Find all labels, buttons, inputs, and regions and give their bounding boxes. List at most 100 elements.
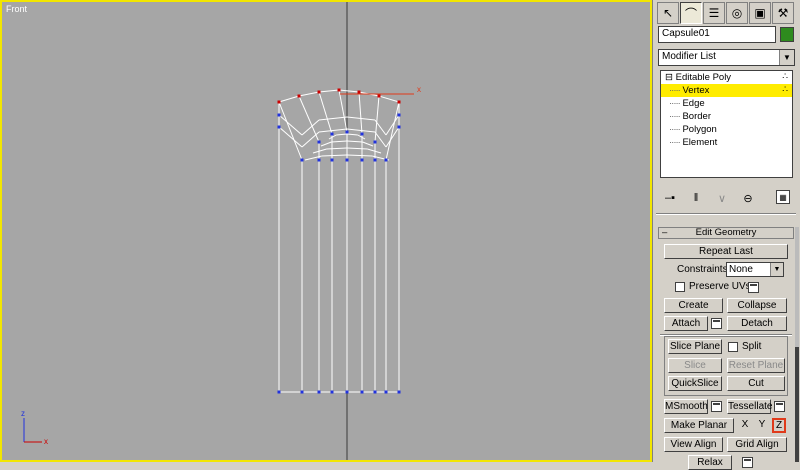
stack-item-border[interactable]: ····· Border: [661, 110, 792, 123]
vertex-marker: [330, 132, 334, 136]
modifier-list-label: Modifier List: [662, 51, 716, 62]
axis-z-button[interactable]: Z: [772, 418, 786, 433]
preserve-uvs-checkbox[interactable]: [675, 282, 685, 292]
scrollbar-thumb[interactable]: [795, 347, 799, 462]
hierarchy-tab-icon[interactable]: ☰: [703, 2, 725, 24]
vertex-marker: [277, 113, 281, 117]
mesh-edge: [346, 154, 373, 157]
capsule-mesh: [278, 89, 400, 393]
vertex-marker: [300, 158, 304, 162]
configure-sets-icon[interactable]: ▦: [776, 190, 790, 204]
motion-tab-icon[interactable]: ◎: [726, 2, 748, 24]
mesh-edge: [346, 147, 368, 150]
vertex-marker: [317, 140, 321, 144]
modifier-indicator-icon: ∴: [782, 71, 788, 81]
vertex-marker: [397, 100, 401, 104]
tripod-z-label: z: [21, 409, 25, 418]
create-button[interactable]: Create: [664, 298, 723, 313]
mesh-edge: [320, 141, 332, 147]
quickslice-button[interactable]: QuickSlice: [668, 376, 722, 391]
vertex-marker: [397, 390, 401, 394]
mesh-edge: [318, 89, 340, 93]
preserve-uvs-label: Preserve UVs: [689, 281, 751, 292]
make-planar-button[interactable]: Make Planar: [664, 418, 734, 433]
mesh-edge: [278, 101, 303, 161]
make-unique-icon[interactable]: ∨: [714, 190, 730, 206]
msmooth-button[interactable]: MSmooth: [664, 399, 708, 414]
mesh-edge: [385, 101, 400, 161]
view-align-button[interactable]: View Align: [664, 437, 723, 452]
display-tab-icon[interactable]: ▣: [749, 2, 771, 24]
viewport-canvas[interactable]: x z x: [2, 2, 652, 462]
attach-settings-icon[interactable]: [711, 318, 722, 329]
collapse-button[interactable]: Collapse: [727, 298, 787, 313]
mesh-edge: [298, 95, 320, 143]
modifier-list-dropdown[interactable]: Modifier List ▼: [658, 49, 795, 66]
mesh-edge: [318, 116, 348, 121]
mesh-edge: [338, 89, 348, 133]
vertex-marker: [277, 390, 281, 394]
slice-plane-button[interactable]: Slice Plane: [668, 339, 722, 354]
mesh-edge: [312, 148, 327, 154]
relax-button[interactable]: Relax: [688, 455, 732, 470]
mesh-edge: [346, 140, 363, 143]
axis-y-button[interactable]: Y: [755, 418, 769, 433]
front-viewport[interactable]: Front x z x: [0, 0, 652, 462]
utilities-tab-icon[interactable]: ⚒: [772, 2, 794, 24]
stack-item-element[interactable]: ····· Element: [661, 136, 792, 149]
collapse-icon: ⊟: [665, 72, 676, 83]
vertex-marker: [357, 90, 361, 94]
mesh-edge: [362, 141, 374, 147]
stack-root-item[interactable]: ⊟ Editable Poly ∴: [661, 71, 792, 84]
reset-plane-button[interactable]: Reset Plane: [727, 358, 785, 373]
attach-button[interactable]: Attach: [664, 316, 708, 331]
edit-geometry-rollout-header[interactable]: – Edit Geometry: [658, 227, 794, 239]
stack-item-edge[interactable]: ····· Edge: [661, 97, 792, 110]
show-end-result-icon[interactable]: ‖: [688, 190, 704, 206]
tessellate-button[interactable]: Tessellate: [727, 399, 772, 414]
mesh-edge: [358, 91, 363, 135]
collapse-rollout-icon: –: [662, 227, 668, 238]
create-tab-icon[interactable]: ↖: [657, 2, 679, 24]
object-color-swatch[interactable]: [780, 27, 794, 42]
tessellate-settings-icon[interactable]: [774, 401, 785, 412]
grid-align-button[interactable]: Grid Align: [727, 437, 787, 452]
mesh-edge: [338, 89, 360, 93]
rollout-title: Edit Geometry: [695, 227, 757, 238]
modify-tab-icon[interactable]: ⌒: [680, 2, 702, 24]
msmooth-settings-icon[interactable]: [711, 401, 722, 412]
vertex-marker: [373, 158, 377, 162]
vertex-marker: [397, 113, 401, 117]
constraints-select[interactable]: None ▼: [726, 262, 784, 277]
stack-toolbar: ‒▪ ‖ ∨ ⊖ ▦: [662, 190, 790, 206]
detach-button[interactable]: Detach: [727, 316, 787, 331]
mesh-edge: [378, 95, 400, 103]
repeat-last-button[interactable]: Repeat Last: [664, 244, 788, 259]
mesh-edge: [328, 134, 337, 140]
relax-settings-icon[interactable]: [742, 457, 753, 468]
mesh-edge: [357, 134, 366, 140]
stack-item-polygon[interactable]: ····· Polygon: [661, 123, 792, 136]
vertex-marker: [317, 90, 321, 94]
mesh-edge: [374, 131, 387, 148]
stack-item-label: Element: [682, 137, 718, 148]
preserve-uvs-settings-icon[interactable]: [748, 282, 759, 293]
vertex-marker: [330, 390, 334, 394]
split-checkbox[interactable]: [728, 342, 738, 352]
vertex-marker: [317, 158, 321, 162]
mesh-edge: [318, 91, 333, 135]
vertex-marker: [373, 390, 377, 394]
vertex-marker: [345, 130, 349, 134]
remove-modifier-icon[interactable]: ⊖: [740, 190, 756, 206]
constraints-label: Constraints:: [677, 264, 731, 275]
mesh-edge: [346, 128, 376, 133]
modifier-stack[interactable]: ⊟ Editable Poly ∴ ····· Vertex ∴ ····· E…: [660, 70, 793, 178]
pin-stack-icon[interactable]: ‒▪: [662, 190, 678, 206]
stack-item-vertex[interactable]: ····· Vertex ∴: [661, 84, 792, 97]
cut-button[interactable]: Cut: [727, 376, 785, 391]
axis-x-button[interactable]: X: [738, 418, 752, 433]
object-name-field[interactable]: Capsule01: [658, 26, 776, 43]
slice-button[interactable]: Slice: [668, 358, 722, 373]
stack-item-label: Polygon: [682, 124, 717, 135]
panel-scrollbar[interactable]: [795, 227, 799, 462]
